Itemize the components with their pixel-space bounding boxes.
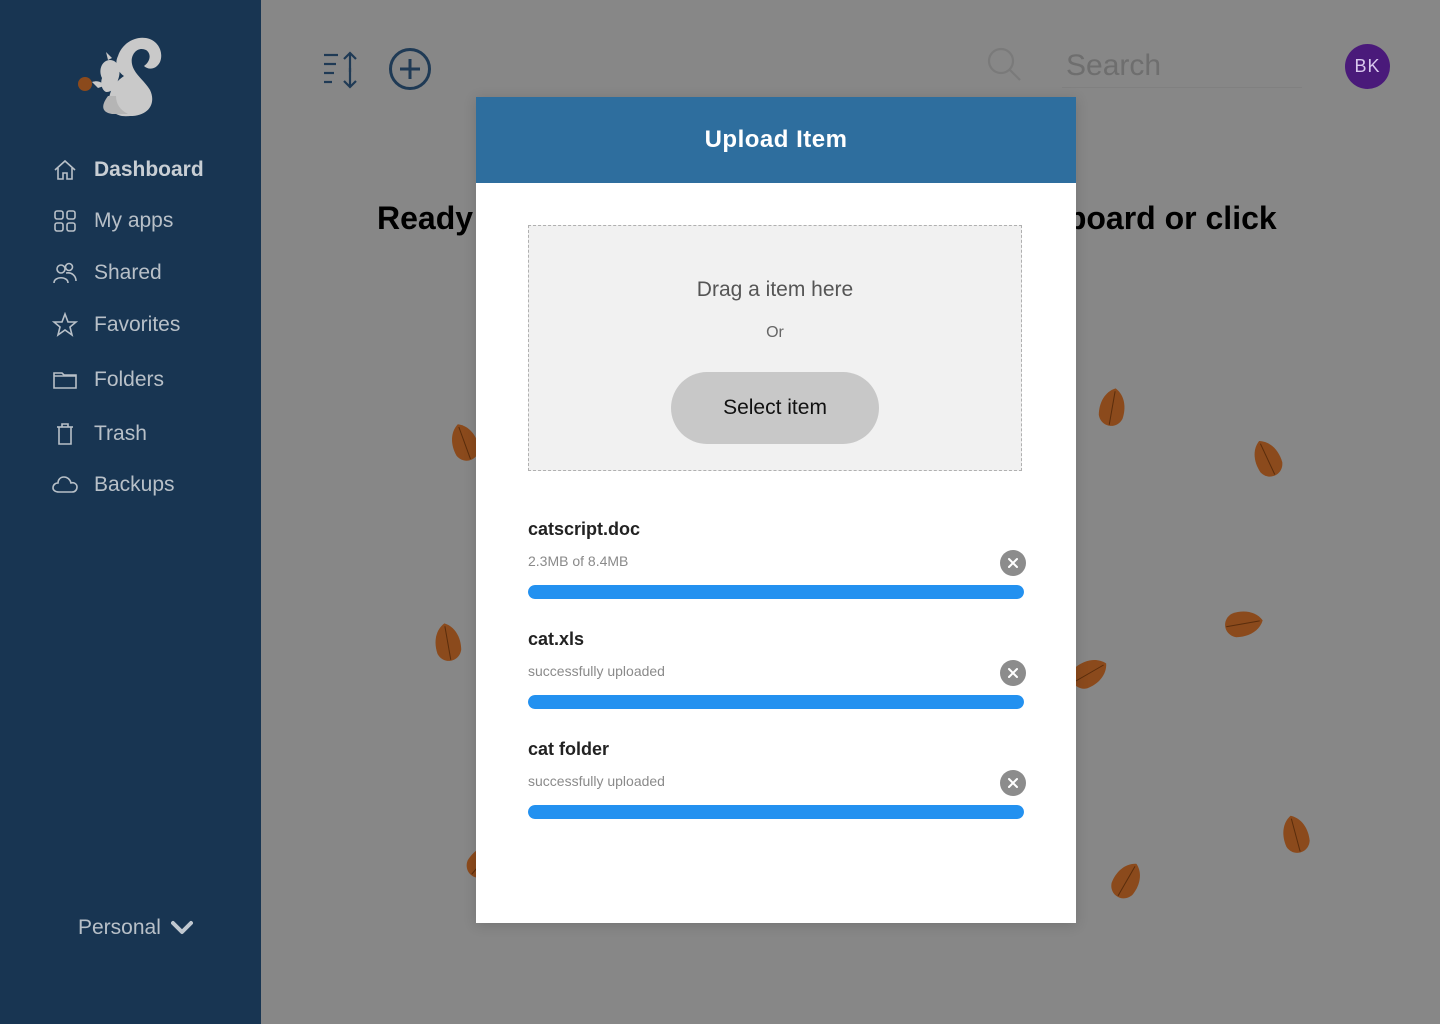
progress-bar-fill	[528, 805, 1024, 819]
file-name: cat folder	[528, 739, 610, 759]
star-icon	[52, 312, 78, 338]
acorn-icon	[435, 623, 462, 661]
progress-bar	[528, 805, 1024, 819]
search-icon[interactable]	[986, 46, 1022, 82]
upload-file-item: cat folder successfully uploaded	[528, 739, 1026, 819]
dropzone-or: Or	[766, 324, 784, 341]
sidebar-item-trash[interactable]: Trash	[52, 414, 147, 454]
dropzone[interactable]: Drag a item here Or Select item	[528, 225, 1022, 471]
sidebar-item-label: Shared	[94, 261, 162, 284]
close-icon[interactable]	[1000, 660, 1026, 686]
search-input[interactable]	[1062, 44, 1302, 88]
trash-icon	[52, 421, 78, 447]
squirrel-logo	[78, 37, 162, 117]
add-circle-icon[interactable]	[388, 47, 432, 91]
progress-bar	[528, 585, 1024, 599]
dropzone-title: Drag a item here	[696, 278, 854, 301]
sidebar-item-my-apps[interactable]: My apps	[52, 201, 173, 241]
sidebar-item-folders[interactable]: Folders	[52, 360, 164, 400]
sidebar-item-dashboard[interactable]: Dashboard	[52, 150, 204, 190]
sidebar-item-label: My apps	[94, 209, 174, 232]
account-label: Personal	[78, 916, 161, 939]
account-switcher[interactable]: Personal	[78, 916, 193, 940]
modal-title: Upload Item	[704, 126, 848, 153]
chevron-down-icon	[170, 921, 193, 934]
upload-file-item: cat.xls successfully uploaded	[528, 629, 1026, 709]
file-status: successfully uploaded	[528, 773, 665, 789]
sidebar-item-label: Backups	[94, 473, 175, 496]
upload-file-item: catscript.doc 2.3MB of 8.4MB	[528, 519, 1026, 599]
progress-bar-fill	[528, 585, 1024, 599]
progress-bar-fill	[528, 695, 1024, 709]
sidebar-item-favorites[interactable]: Favorites	[52, 305, 180, 345]
close-icon[interactable]	[1000, 550, 1026, 576]
close-icon[interactable]	[1000, 770, 1026, 796]
home-icon	[52, 157, 78, 183]
file-status: successfully uploaded	[528, 663, 665, 679]
modal-header: Upload Item	[476, 97, 1076, 183]
acorn-icon	[1225, 611, 1263, 638]
file-status: 2.3MB of 8.4MB	[528, 553, 629, 569]
progress-bar	[528, 695, 1024, 709]
sidebar-item-backups[interactable]: Backups	[52, 465, 175, 505]
sidebar-item-label: Favorites	[94, 313, 181, 336]
acorn-icon	[1098, 388, 1125, 426]
apps-grid-icon	[52, 208, 78, 234]
file-name: catscript.doc	[528, 519, 641, 539]
file-name: cat.xls	[528, 629, 585, 649]
folder-icon	[52, 367, 78, 393]
sidebar-item-shared[interactable]: Shared	[52, 253, 162, 293]
sidebar-item-label: Dashboard	[94, 158, 204, 181]
upload-modal: Upload Item Drag a item here Or Select i…	[476, 97, 1076, 923]
sidebar-item-label: Folders	[94, 368, 165, 391]
avatar[interactable]: BK	[1345, 44, 1390, 89]
select-item-button[interactable]: Select item	[671, 372, 879, 444]
sidebar-item-label: Trash	[94, 422, 147, 445]
people-icon	[52, 260, 78, 286]
sort-icon[interactable]	[322, 50, 362, 90]
cloud-icon	[52, 472, 78, 498]
sidebar: Dashboard My apps Shared Favorites Folde…	[0, 0, 261, 1024]
